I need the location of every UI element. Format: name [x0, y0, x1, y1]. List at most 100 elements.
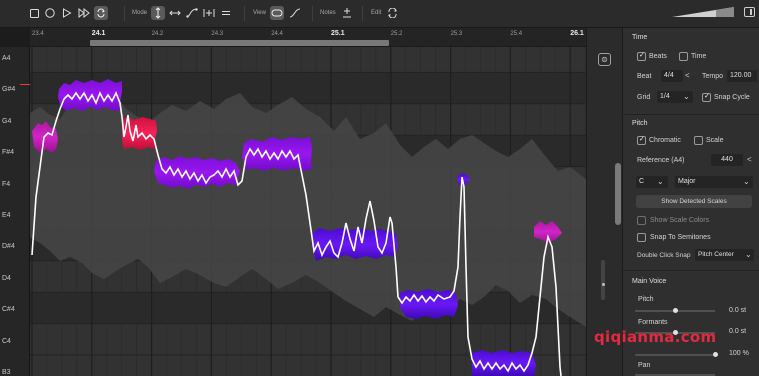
timeline-marker: 23.4	[32, 31, 44, 37]
edit-label: Edit	[371, 10, 382, 16]
timeline-scrollbar[interactable]	[90, 40, 389, 46]
mode-label: Mode	[132, 10, 148, 16]
inspector-panel: Time Beats Time Beat 4/4 < Tempo 120.00 …	[622, 28, 759, 376]
reference-field[interactable]: 440	[711, 154, 743, 166]
piano-key-label: D4	[2, 274, 11, 282]
loop-icon[interactable]	[94, 6, 108, 20]
reference-chevron-icon[interactable]: <	[747, 155, 752, 164]
pitch-row	[30, 292, 586, 324]
gain-value: 100 %	[729, 350, 749, 357]
zoom-slider-knob[interactable]	[602, 283, 605, 286]
pitch-row	[30, 47, 586, 73]
note-editor-canvas	[30, 47, 586, 376]
beat-field[interactable]: 4/4	[661, 70, 683, 82]
time-checkbox[interactable]	[679, 52, 688, 61]
scale-mode-dropdown-icon[interactable]: ⌄	[743, 177, 750, 186]
grid-label: Grid	[637, 94, 651, 101]
view-label: View	[253, 10, 266, 16]
formants-value: 0.0 st	[729, 328, 747, 335]
note-blob	[400, 289, 458, 319]
note-editor-grid[interactable]	[30, 47, 586, 376]
key-dropdown-icon[interactable]: ⌄	[657, 177, 664, 186]
sidebar-toggle-icon[interactable]	[744, 7, 755, 17]
toolbar-divider	[312, 6, 313, 21]
pan-label: Pan	[638, 362, 651, 369]
time-tool-icon[interactable]	[168, 6, 182, 20]
piano-key-label: D#4	[2, 243, 15, 251]
timeline-marker: 24.1	[91, 30, 106, 37]
piano-key-label: F#4	[2, 149, 15, 157]
vertical-scroll-panel: ⊜	[586, 28, 622, 376]
stop-icon[interactable]	[27, 6, 41, 20]
piano-key-label: C#4	[2, 306, 15, 314]
curve-tool-icon[interactable]	[185, 6, 199, 20]
pitch-section-title: Pitch	[632, 120, 648, 127]
pitch-tool-icon[interactable]	[151, 6, 165, 20]
zoom-fit-icon[interactable]: ⊜	[598, 53, 611, 66]
pitch-shift-label: Pitch	[638, 296, 654, 303]
snap-to-semitones-checkbox[interactable]	[637, 233, 646, 242]
beat-label: Beat	[637, 73, 652, 80]
fast-forward-icon[interactable]	[77, 6, 91, 20]
formants-label: Formants	[638, 319, 668, 326]
piano-key-label: B3	[2, 369, 11, 376]
piano-key-label: G4	[2, 117, 12, 125]
add-note-icon[interactable]	[340, 6, 354, 20]
pitch-shift-knob[interactable]	[672, 308, 678, 313]
tempo-field[interactable]: 120.00	[727, 70, 757, 82]
timeline-ruler[interactable]: 23.4 24.1 24.2 24.3 24.4 25.1 25.2 25.3 25.4 26.1	[30, 28, 586, 47]
timeline-marker: 25.3	[450, 31, 463, 37]
time-section-title: Time	[632, 34, 648, 41]
zoom-slider[interactable]	[601, 260, 605, 300]
section-divider	[623, 270, 759, 271]
scale-checkbox[interactable]	[694, 136, 703, 145]
playhead-marker	[20, 84, 30, 85]
timeline-marker: 25.2	[390, 31, 403, 37]
notes-label: Notes	[320, 10, 336, 16]
piano-key-label: E4	[2, 212, 11, 219]
timeline-marker: 26.1	[570, 30, 584, 37]
piano-key-label: A4	[2, 55, 11, 62]
beat-chevron-icon[interactable]: <	[685, 71, 690, 80]
pitch-shift-value: 0.0 st	[729, 307, 747, 314]
grid-dropdown-icon[interactable]: ⌄	[683, 92, 690, 101]
edit-cycle-icon[interactable]	[385, 6, 399, 20]
beats-checkbox[interactable]	[637, 51, 646, 61]
show-scale-colors-label: Show Scale Colors	[650, 217, 710, 224]
split-tool-icon[interactable]	[202, 6, 216, 20]
vertical-scrollbar[interactable]	[615, 163, 621, 225]
timeline-marker: 24.3	[211, 31, 224, 37]
piano-key-label: C4	[2, 337, 11, 345]
snap-to-semitones-label: Snap To Semitones	[650, 234, 711, 241]
timeline-marker: 24.4	[271, 31, 283, 37]
show-scale-colors-checkbox[interactable]	[637, 216, 646, 225]
beats-label: Beats	[649, 53, 667, 60]
tempo-label: Tempo	[702, 73, 724, 80]
show-detected-scales-button[interactable]: Show Detected Scales	[636, 195, 752, 208]
main-voice-section-title: Main Voice	[632, 278, 667, 285]
toolbar-divider	[124, 6, 125, 21]
curve-view-icon[interactable]	[288, 6, 302, 20]
equal-tool-icon[interactable]	[219, 6, 233, 20]
chromatic-label: Chromatic	[649, 137, 681, 144]
double-click-dropdown-icon[interactable]: ⌄	[745, 250, 752, 259]
chromatic-checkbox[interactable]	[637, 135, 646, 145]
output-volume-ramp[interactable]	[672, 7, 734, 18]
toolbar-divider	[244, 6, 245, 21]
note-view-icon[interactable]	[270, 6, 284, 20]
play-icon[interactable]	[60, 6, 74, 20]
section-divider	[623, 114, 759, 115]
reference-label: Reference (A4)	[637, 157, 685, 164]
timeline-marker: 25.1	[331, 30, 345, 37]
double-click-snap-label: Double Click Snap	[637, 252, 691, 259]
gain-knob[interactable]	[712, 352, 718, 357]
scale-mode-select[interactable]: Major	[675, 176, 753, 188]
piano-key-label: F4	[2, 180, 11, 188]
record-icon[interactable]	[43, 6, 57, 20]
gain-slider[interactable]	[635, 354, 715, 356]
toolbar: Mode View Notes Edit	[0, 0, 759, 28]
snap-cycle-checkbox[interactable]	[702, 92, 711, 102]
scale-label: Scale	[706, 137, 724, 144]
timeline-marker: 24.2	[151, 31, 164, 37]
piano-keys: A4 G#4 G4 F#4 F4 E4 D#4 D4 C#4 C4 B3	[0, 47, 30, 376]
